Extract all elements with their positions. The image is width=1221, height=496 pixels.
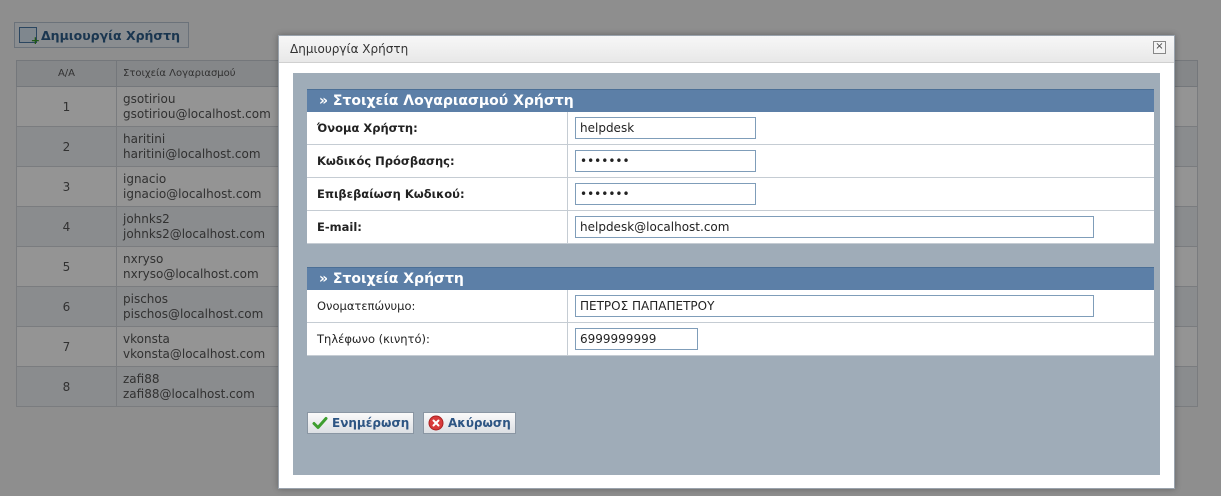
fullname-row: Ονοματεπώνυμο: [307, 290, 1154, 323]
dialog-body: » Στοιχεία Λογαριασμού Χρήστη Όνομα Χρήσ… [293, 73, 1160, 475]
email-input[interactable] [575, 216, 1094, 238]
cancel-button-label: Ακύρωση [448, 416, 511, 430]
confirm-password-row: Επιβεβαίωση Κωδικού: [307, 178, 1154, 211]
cancel-icon [428, 415, 444, 431]
confirm-password-input[interactable] [575, 183, 756, 205]
user-section-title: » Στοιχεία Χρήστη [307, 267, 1154, 290]
password-input[interactable] [575, 150, 756, 172]
cancel-button[interactable]: Ακύρωση [423, 412, 516, 434]
update-button[interactable]: Ενημέρωση [307, 412, 415, 434]
close-icon[interactable]: × [1153, 41, 1166, 54]
account-section: » Στοιχεία Λογαριασμού Χρήστη Όνομα Χρήσ… [307, 89, 1154, 244]
dialog-title: Δημιουργία Χρήστη [290, 42, 409, 56]
username-label: Όνομα Χρήστη: [307, 112, 568, 144]
password-row: Κωδικός Πρόσβασης: [307, 145, 1154, 178]
checkmark-icon [312, 415, 328, 431]
username-row: Όνομα Χρήστη: [307, 112, 1154, 145]
dialog-titlebar[interactable]: Δημιουργία Χρήστη × [279, 36, 1174, 63]
phone-input[interactable] [575, 328, 698, 350]
username-input[interactable] [575, 117, 756, 139]
user-section: » Στοιχεία Χρήστη Ονοματεπώνυμο: Τηλέφων… [307, 267, 1154, 356]
email-row: E-mail: [307, 211, 1154, 244]
confirm-password-label: Επιβεβαίωση Κωδικού: [307, 178, 568, 210]
phone-label: Τηλέφωνο (κινητό): [307, 323, 568, 355]
account-section-title: » Στοιχεία Λογαριασμού Χρήστη [307, 89, 1154, 112]
phone-row: Τηλέφωνο (κινητό): [307, 323, 1154, 356]
fullname-input[interactable] [575, 295, 1094, 317]
password-label: Κωδικός Πρόσβασης: [307, 145, 568, 177]
fullname-label: Ονοματεπώνυμο: [307, 290, 568, 322]
email-label: E-mail: [307, 211, 568, 243]
create-user-dialog: Δημιουργία Χρήστη × » Στοιχεία Λογαριασμ… [278, 35, 1175, 489]
update-button-label: Ενημέρωση [332, 416, 410, 430]
